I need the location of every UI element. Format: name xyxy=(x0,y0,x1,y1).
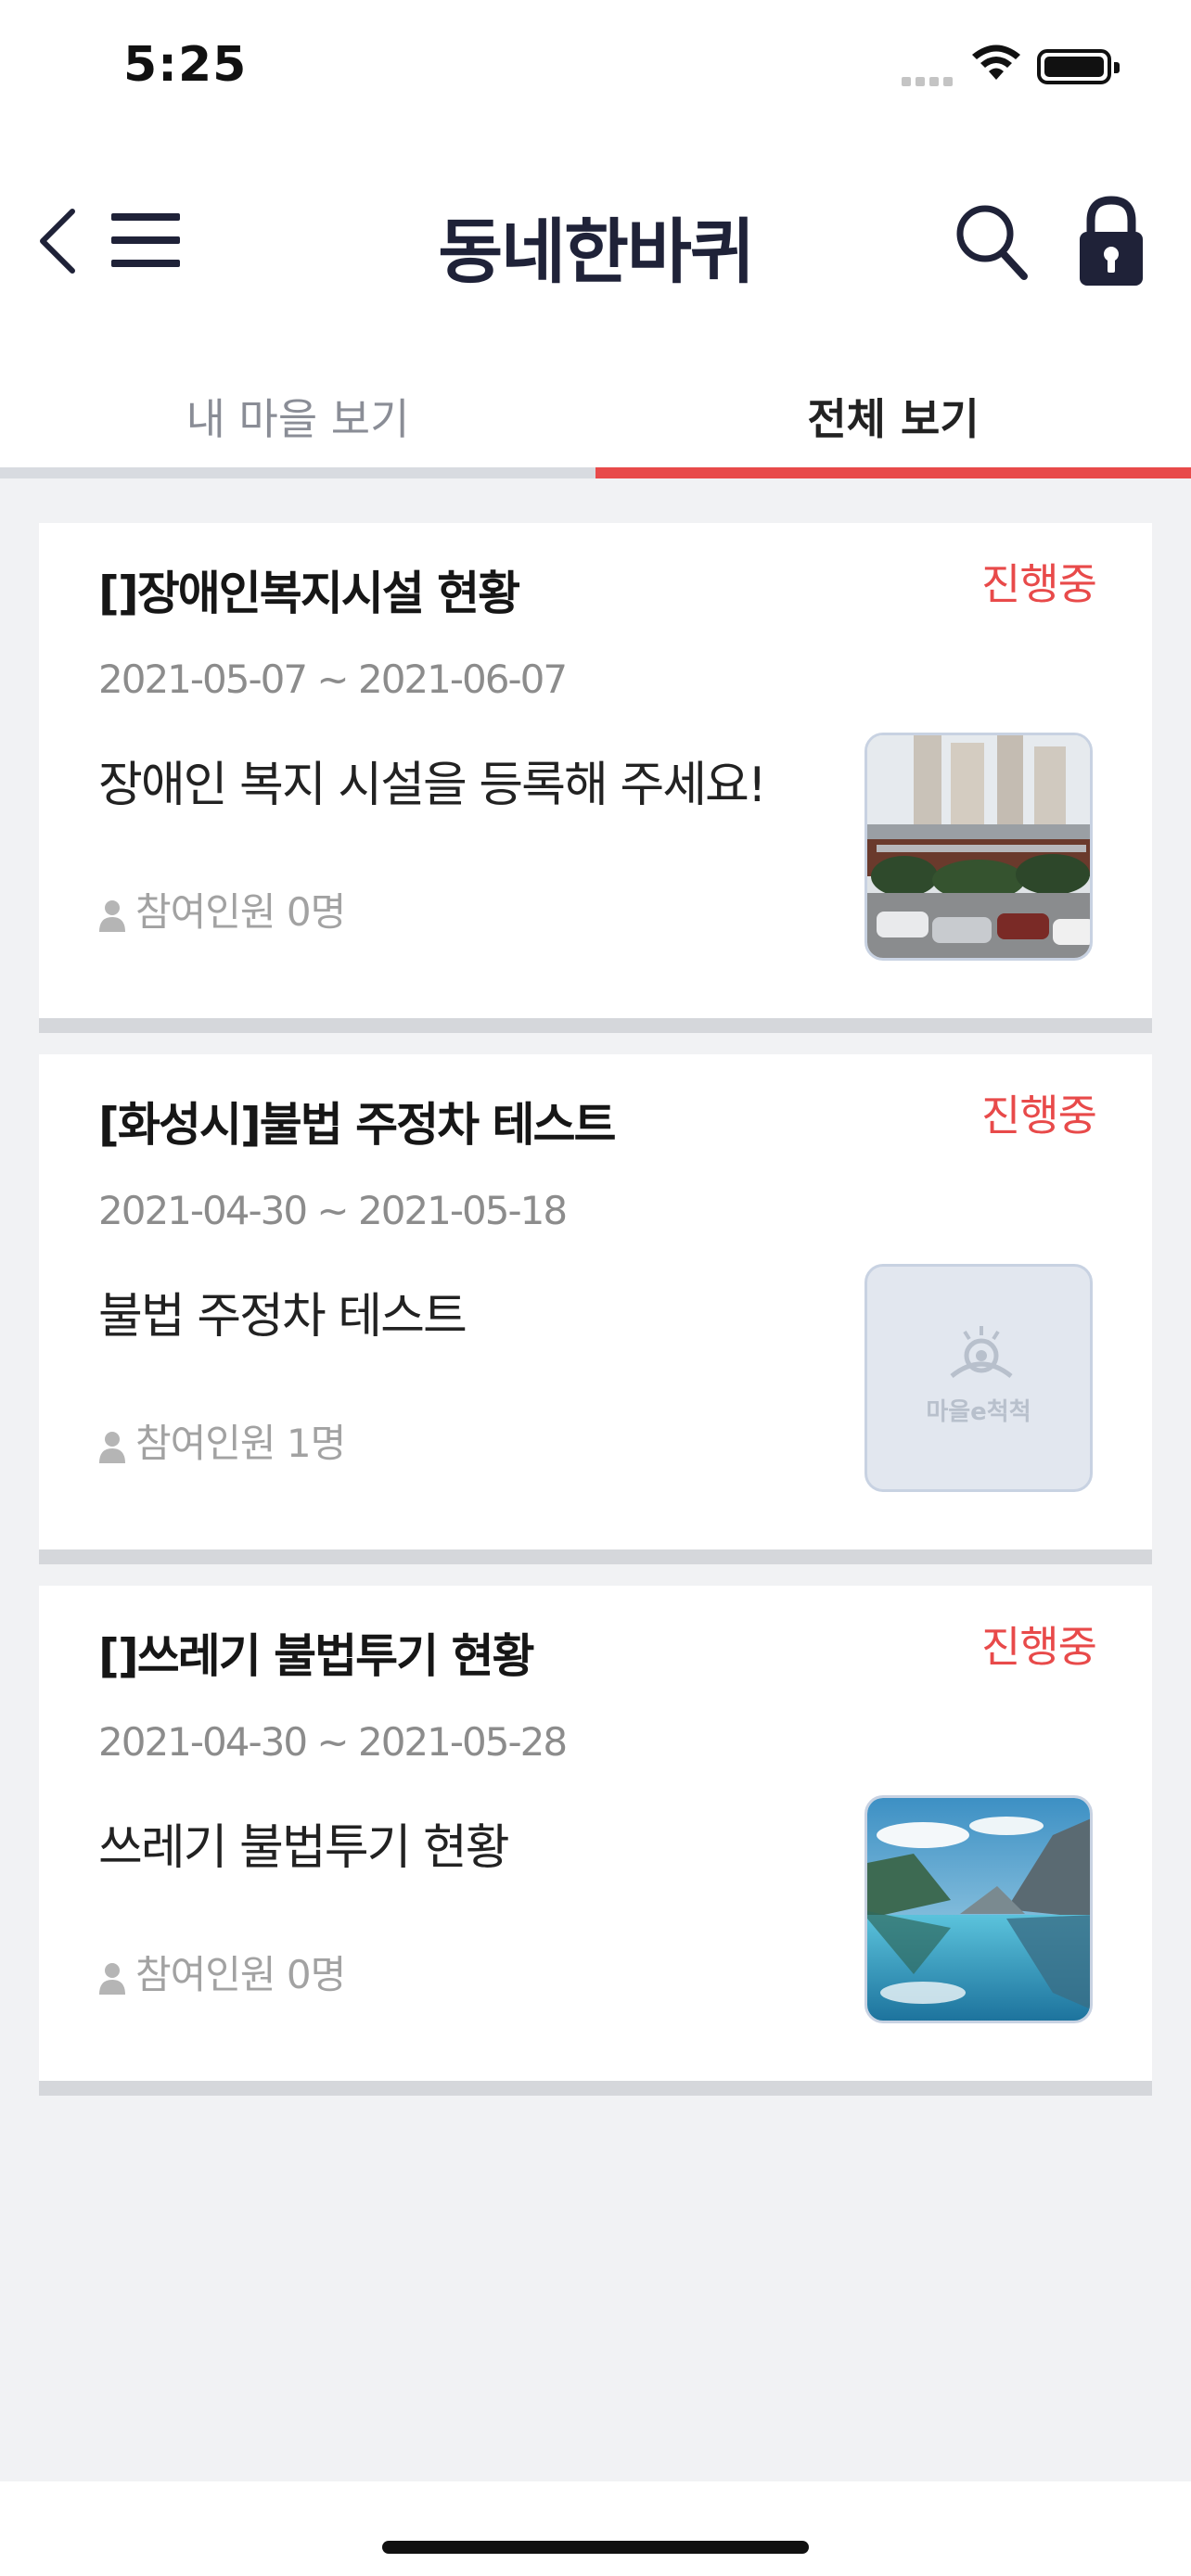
card-thumbnail-lake xyxy=(864,1795,1093,2023)
participant-count: 참여인원 1명 xyxy=(98,1412,346,1469)
person-icon xyxy=(99,1431,125,1463)
tab-label: 전체 보기 xyxy=(807,394,980,444)
cellular-signal-icon xyxy=(902,72,957,86)
lake-photo xyxy=(867,1798,1090,2021)
status-badge: 진행중 xyxy=(981,559,1097,609)
list-item-card[interactable]: [화성시]불법 주정차 테스트 진행중 2021-04-30 ~ 2021-05… xyxy=(39,1054,1152,1564)
tab-view-all[interactable]: 전체 보기 xyxy=(596,343,1191,478)
status-bar: 5:25 xyxy=(0,0,1191,139)
participant-label: 참여인원 0명 xyxy=(135,1952,346,1997)
list-item-card[interactable]: []장애인복지시설 현황 진행중 2021-05-07 ~ 2021-06-07… xyxy=(39,523,1152,1033)
tab-active-underline xyxy=(596,467,1191,478)
participant-count: 참여인원 0명 xyxy=(98,881,346,937)
card-title: [화성시]불법 주정차 테스트 xyxy=(98,1098,617,1152)
home-indicator-area xyxy=(0,2481,1191,2576)
navigation-bar: 동네한바퀴 xyxy=(0,139,1191,343)
status-badge: 진행중 xyxy=(981,1622,1097,1672)
village-logo-icon xyxy=(950,1326,1013,1378)
participant-label: 참여인원 1명 xyxy=(135,1421,346,1466)
person-icon xyxy=(99,1962,125,1995)
card-description: 쓰레기 불법투기 현황 xyxy=(98,1820,510,1876)
card-date-range: 2021-05-07 ~ 2021-06-07 xyxy=(98,657,568,702)
card-date-range: 2021-04-30 ~ 2021-05-18 xyxy=(98,1188,568,1233)
card-title: []장애인복지시설 현황 xyxy=(98,567,520,620)
tab-underline xyxy=(0,467,596,478)
screen: 5:25 동네한바퀴 내 마을 보기 전체 보기 []장애인복지시설 현황 진행… xyxy=(0,0,1191,2576)
card-date-range: 2021-04-30 ~ 2021-05-28 xyxy=(98,1719,568,1765)
participant-label: 참여인원 0명 xyxy=(135,889,346,935)
person-icon xyxy=(99,899,125,932)
wifi-icon xyxy=(972,45,1020,80)
status-badge: 진행중 xyxy=(981,1090,1097,1141)
tab-label: 내 마을 보기 xyxy=(186,394,410,444)
status-time: 5:25 xyxy=(123,37,248,93)
card-thumbnail-placeholder: 마을e척척 xyxy=(864,1264,1093,1492)
card-thumbnail-building xyxy=(864,733,1093,961)
placeholder-logo-text: 마을e척척 xyxy=(926,1398,1031,1426)
lock-icon[interactable] xyxy=(1076,195,1146,287)
battery-icon xyxy=(1037,49,1120,84)
tab-my-village[interactable]: 내 마을 보기 xyxy=(0,343,596,478)
tab-bar: 내 마을 보기 전체 보기 xyxy=(0,343,1191,478)
building-photo xyxy=(867,735,1090,958)
search-icon[interactable] xyxy=(954,202,1030,282)
card-description: 불법 주정차 테스트 xyxy=(98,1289,467,1345)
card-description: 장애인 복지 시설을 등록해 주세요! xyxy=(98,758,767,813)
participant-count: 참여인원 0명 xyxy=(98,1944,346,2000)
card-title: []쓰레기 불법투기 현황 xyxy=(98,1629,535,1683)
home-indicator[interactable] xyxy=(382,2541,809,2554)
list-item-card[interactable]: []쓰레기 불법투기 현황 진행중 2021-04-30 ~ 2021-05-2… xyxy=(39,1586,1152,2096)
